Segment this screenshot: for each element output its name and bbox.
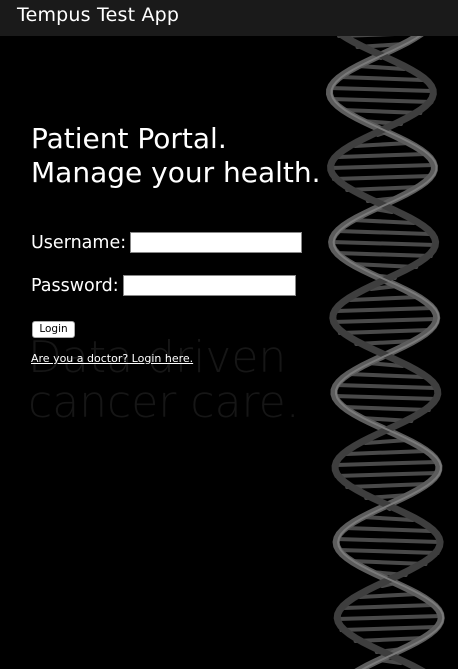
dna-rung bbox=[336, 548, 440, 555]
dna-rung bbox=[337, 328, 432, 335]
background-slogan-line-2: cancer care. bbox=[28, 377, 300, 428]
dna-rung bbox=[343, 526, 433, 533]
dna-rung bbox=[328, 163, 437, 170]
password-row: Password: bbox=[31, 275, 296, 296]
login-button[interactable]: Login bbox=[32, 321, 75, 338]
dna-helix-graphic bbox=[324, 0, 445, 669]
dna-rung bbox=[341, 405, 431, 412]
dna-rung bbox=[344, 449, 429, 456]
dna-rung bbox=[336, 152, 429, 159]
login-page: Tempus Test App Data driven cancer care.… bbox=[0, 0, 458, 669]
dna-rung bbox=[328, 86, 435, 93]
dna-rung bbox=[332, 394, 440, 401]
dna-rung bbox=[350, 218, 416, 225]
dna-rung bbox=[334, 306, 435, 313]
dna-rung bbox=[358, 592, 420, 599]
dna-rung bbox=[335, 614, 444, 621]
dna-rung bbox=[329, 97, 434, 104]
username-row: Username: bbox=[31, 232, 303, 253]
headline-line-2: Manage your health. bbox=[31, 156, 321, 189]
dna-rung bbox=[348, 295, 421, 302]
top-bar: Tempus Test App bbox=[0, 0, 458, 36]
dna-rung bbox=[334, 251, 433, 258]
dna-rung bbox=[335, 229, 432, 236]
background-slogan: Data driven cancer care. bbox=[28, 335, 300, 425]
username-input[interactable] bbox=[130, 232, 303, 253]
username-label: Username: bbox=[31, 232, 127, 253]
dna-rung bbox=[334, 383, 438, 390]
dna-rung bbox=[342, 603, 437, 610]
dna-rung bbox=[346, 372, 425, 379]
dna-rung bbox=[360, 515, 415, 522]
dna-rung bbox=[345, 482, 430, 489]
dna-rung bbox=[341, 108, 423, 115]
dna-rung bbox=[337, 75, 425, 82]
dna-rung bbox=[353, 141, 412, 148]
dna-rung bbox=[331, 174, 434, 181]
dna-rung bbox=[334, 460, 440, 467]
app-title: Tempus Test App bbox=[17, 4, 180, 26]
dna-rung bbox=[330, 317, 439, 324]
password-input[interactable] bbox=[122, 275, 296, 296]
dna-rung bbox=[329, 240, 438, 247]
headline-line-1: Patient Portal. bbox=[31, 122, 227, 155]
doctor-login-link[interactable]: Are you a doctor? Login here. bbox=[31, 352, 193, 365]
dna-rung bbox=[334, 537, 442, 544]
dna-rung bbox=[339, 625, 440, 632]
password-label: Password: bbox=[31, 275, 119, 296]
page-headline: Patient Portal. Manage your health. bbox=[31, 122, 321, 190]
dna-rung bbox=[334, 471, 440, 478]
